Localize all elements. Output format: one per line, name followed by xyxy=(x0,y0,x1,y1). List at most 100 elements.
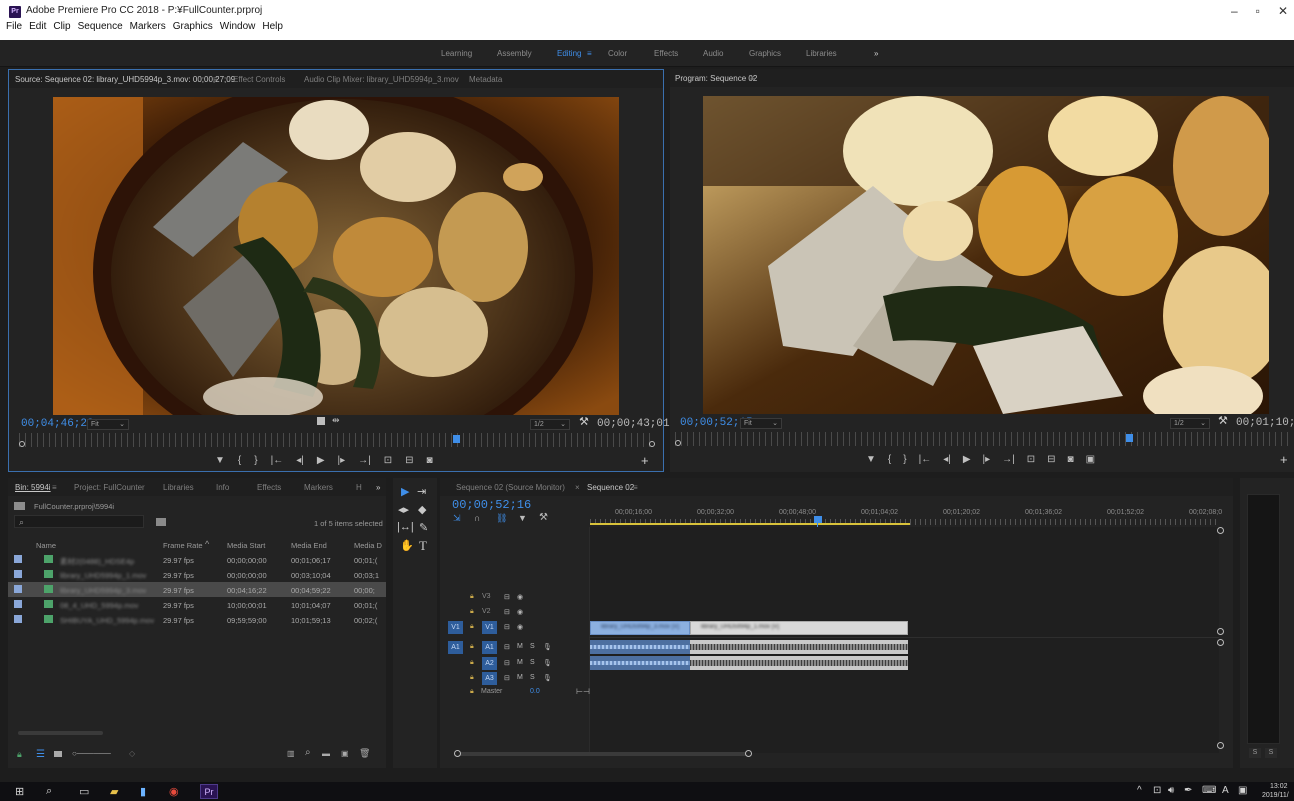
vertical-zoom-handle[interactable] xyxy=(1217,639,1224,646)
find-icon[interactable]: ⌕ xyxy=(305,747,311,758)
track-target-a1[interactable]: A1 xyxy=(482,641,497,654)
tab-bin-5994i[interactable]: Bin: 5994i xyxy=(15,483,51,492)
tab-project[interactable]: Project: FullCounter xyxy=(74,483,145,492)
track-button[interactable]: ⊟ xyxy=(504,643,510,651)
tab-sequence-02[interactable]: Sequence 02 xyxy=(587,483,634,492)
go-to-in-button[interactable]: |← xyxy=(271,455,284,466)
source-fit-dropdown[interactable]: Fit ⌄ xyxy=(87,419,129,430)
safe-margins-icon[interactable] xyxy=(317,417,325,425)
menu-window[interactable]: Window xyxy=(220,21,256,32)
minimize-button[interactable]: – xyxy=(1231,4,1238,18)
close-tab-icon[interactable]: × xyxy=(575,483,580,492)
tab-effects[interactable]: Effects xyxy=(257,483,281,492)
lock-icon[interactable]: 🔒︎ xyxy=(470,593,474,601)
insert-as-nest-icon[interactable]: ⇲ xyxy=(453,513,461,524)
workspace-overflow-button[interactable]: » xyxy=(874,49,878,58)
lock-icon[interactable]: 🔒︎ xyxy=(470,659,474,667)
new-bin-from-search-icon[interactable] xyxy=(156,518,166,526)
clock-date[interactable]: 2019/11/ xyxy=(1262,792,1289,799)
timeline-horizontal-scrollbar[interactable] xyxy=(456,752,749,756)
track-button[interactable]: ⊟ xyxy=(504,674,510,682)
tab-history[interactable]: H xyxy=(356,483,362,492)
bin-list-item[interactable]: library_UHD5994p_3.mov 29.97 fps 00;04;16;… xyxy=(8,582,386,597)
keyboard-icon[interactable]: ⌨ xyxy=(1202,785,1216,796)
export-frame-button[interactable]: ◙ xyxy=(1068,454,1074,465)
track-target-v1[interactable]: V1 xyxy=(482,621,497,634)
column-frame-rate[interactable]: Frame Rate xyxy=(163,541,203,550)
source-resolution-dropdown[interactable]: 1/2 ⌄ xyxy=(530,419,570,430)
step-forward-button[interactable]: |▸ xyxy=(338,455,346,466)
lock-icon[interactable]: 🔒︎ xyxy=(470,674,474,682)
clip-name[interactable]: SHIBUYA_UHD_5994p.mov xyxy=(60,616,154,625)
program-tab-menu-icon[interactable]: ≡ xyxy=(750,74,755,83)
lift-button[interactable]: ⊡ xyxy=(1027,454,1035,465)
column-media-end[interactable]: Media End xyxy=(291,541,327,550)
track-button[interactable]: ◉ xyxy=(517,593,523,601)
program-timeline-ruler[interactable] xyxy=(675,432,1289,446)
mark-out-button[interactable]: } xyxy=(254,455,257,466)
tab-info[interactable]: Info xyxy=(216,483,229,492)
show-hidden-icons-icon[interactable]: ^ xyxy=(1137,785,1142,796)
automate-to-sequence-icon[interactable]: ▥ xyxy=(287,749,295,758)
go-to-out-button[interactable]: →| xyxy=(358,455,371,466)
settings-wrench-icon[interactable]: ⚒ xyxy=(1218,414,1228,427)
workspace-audio[interactable]: Audio xyxy=(703,49,723,58)
ripple-edit-tool[interactable]: ◂▸ xyxy=(398,503,409,516)
source-current-timecode[interactable]: 00;04;46;28 xyxy=(21,418,94,430)
clip-v1-2[interactable]: library_UHD5994p_1.mov [V] xyxy=(690,621,908,635)
sort-ascending-icon[interactable]: ^ xyxy=(205,539,209,549)
insert-overwrite-icon[interactable]: ⇹ xyxy=(332,415,340,426)
program-fit-dropdown[interactable]: Fit ⌄ xyxy=(740,418,782,429)
insert-button[interactable]: ⊡ xyxy=(384,455,392,466)
source-patch-v1[interactable]: V1 xyxy=(448,621,463,634)
track-button[interactable]: ◉ xyxy=(517,623,523,631)
scroll-handle-left[interactable] xyxy=(454,750,461,757)
clip-v1-1[interactable]: library_UHD5994p_3.mov [V] xyxy=(590,621,690,635)
source-playhead[interactable] xyxy=(453,435,461,443)
bin-tab-menu-icon[interactable]: ≡ xyxy=(52,483,57,492)
master-volume-value[interactable]: 0.0 xyxy=(530,688,540,695)
menu-edit[interactable]: Edit xyxy=(29,21,46,32)
audio-clip-a2-2[interactable] xyxy=(690,656,908,670)
workspace-editing[interactable]: Editing xyxy=(557,49,581,58)
step-forward-button[interactable]: |▸ xyxy=(983,454,991,465)
linked-selection-icon[interactable]: ⛓︎ xyxy=(496,513,507,524)
track-target-a3[interactable]: A3 xyxy=(482,672,497,685)
panel-overflow-button[interactable]: » xyxy=(376,483,380,492)
tab-source[interactable]: Source: Sequence 02: library_UHD5994p_3.… xyxy=(15,75,235,84)
pen-icon[interactable]: ✒ xyxy=(1184,785,1192,796)
label-color-swatch[interactable] xyxy=(14,585,22,593)
task-view-icon[interactable]: ▭ xyxy=(79,785,89,798)
label-color-swatch[interactable] xyxy=(14,600,22,608)
icon-view-icon[interactable] xyxy=(54,751,62,757)
source-timeline-ruler[interactable] xyxy=(19,433,653,447)
source-video-frame[interactable] xyxy=(53,97,619,415)
bin-horizontal-scrollbar[interactable] xyxy=(18,731,103,735)
export-frame-button[interactable]: ◙ xyxy=(427,455,433,466)
label-color-swatch[interactable] xyxy=(14,615,22,623)
audio-clip-a1-2[interactable] xyxy=(690,640,908,654)
tab-libraries[interactable]: Libraries xyxy=(163,483,194,492)
trash-icon[interactable]: 🗑︎ xyxy=(359,748,370,759)
column-media-start[interactable]: Media Start xyxy=(227,541,265,550)
vertical-zoom-handle[interactable] xyxy=(1217,742,1224,749)
program-add-button[interactable]: + xyxy=(1280,452,1288,467)
clock-time[interactable]: 13:02 xyxy=(1270,783,1288,790)
source-patch-a1[interactable]: A1 xyxy=(448,641,463,654)
new-bin-icon[interactable]: ▬ xyxy=(322,749,330,758)
source-tab-menu-icon[interactable]: ≡ xyxy=(213,75,218,84)
zoom-slider[interactable]: ○────── xyxy=(72,749,111,758)
track-select-tool[interactable]: ⇥ xyxy=(417,485,426,498)
workspace-assembly[interactable]: Assembly xyxy=(497,49,532,58)
bin-list-item[interactable]: 08_4_UHD_5994p.mov 29.97 fps 10;00;00;01 10… xyxy=(8,597,386,612)
menu-help[interactable]: Help xyxy=(262,21,283,32)
bookmark-icon[interactable]: ▮ xyxy=(140,785,146,798)
add-marker-icon[interactable]: ▼ xyxy=(518,513,527,523)
program-video-frame[interactable] xyxy=(703,96,1269,414)
volume-icon[interactable]: 🔊︎ xyxy=(1168,785,1174,796)
menu-graphics[interactable]: Graphics xyxy=(173,21,213,32)
bin-list-item[interactable]: library_UHD5994p_1.mov 29.97 fps 00;00;00;… xyxy=(8,567,386,582)
work-area-bar[interactable] xyxy=(590,523,910,525)
track-button[interactable]: M xyxy=(517,643,523,650)
workspace-graphics[interactable]: Graphics xyxy=(749,49,781,58)
